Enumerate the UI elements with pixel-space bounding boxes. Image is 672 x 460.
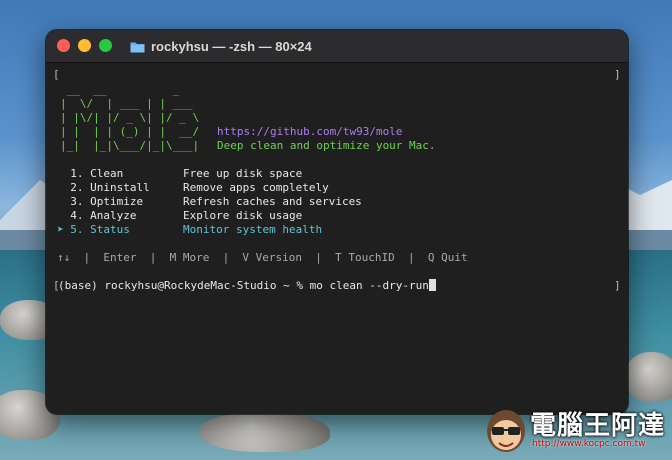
- close-button[interactable]: [57, 39, 70, 52]
- prompt-text: (base) rockyhsu@RockydeMac-Studio ~ % mo…: [58, 279, 429, 292]
- rock-bottom: [200, 412, 330, 452]
- menu-item-desc: Explore disk usage: [183, 209, 303, 222]
- text-cursor: [428, 279, 436, 291]
- rock-right: [625, 352, 672, 402]
- terminal-window[interactable]: rockyhsu — -zsh — 80×24 [ ] __ __ _ | \/…: [46, 30, 628, 414]
- logo-line-2: | \/ | ___ | | ___: [60, 97, 193, 110]
- menu-item-uninstall[interactable]: 2. Uninstall: [57, 181, 163, 195]
- logo-line-1: __ __ _: [60, 83, 180, 96]
- menu-item-label: ➤ 5. Status: [57, 223, 163, 236]
- menu-item-label: 4. Analyze: [57, 209, 163, 222]
- logo-line-3: | |\/| |/ _ \| |/ _ \: [60, 111, 200, 124]
- watermark-logo: 電腦王阿達 http://www.kocpc.com.tw: [480, 403, 672, 460]
- repo-url[interactable]: https://github.com/tw93/mole: [217, 125, 402, 139]
- folder-icon: [130, 41, 145, 52]
- menu-item-desc: Monitor system health: [183, 223, 323, 236]
- menu-item-clean[interactable]: 1. Clean: [57, 167, 163, 181]
- prompt-bracket-right: ]: [614, 279, 621, 292]
- logo-line-5: |_| |_|\___/|_|\___|: [60, 139, 200, 152]
- menu-item-desc: Refresh caches and services: [183, 195, 362, 208]
- zoom-button[interactable]: [99, 39, 112, 52]
- window-title: rockyhsu — -zsh — 80×24: [151, 38, 312, 54]
- watermark-text: 電腦王阿達: [530, 411, 666, 441]
- key-hints-bar: ↑↓ | Enter | M More | V Version | T Touc…: [57, 251, 468, 264]
- top-bracket-right: ]: [614, 68, 621, 81]
- window-title-group: rockyhsu — -zsh — 80×24: [130, 38, 312, 54]
- menu-item-status-selected[interactable]: ➤ 5. Status: [57, 223, 163, 237]
- menu-item-desc: Remove apps completely: [183, 181, 329, 194]
- title-bar[interactable]: rockyhsu — -zsh — 80×24: [46, 30, 628, 63]
- mascot-face-icon: [487, 410, 525, 452]
- menu-item-analyze[interactable]: 4. Analyze: [57, 209, 163, 223]
- minimize-button[interactable]: [78, 39, 91, 52]
- menu-item-label: 3. Optimize: [57, 195, 163, 208]
- terminal-content[interactable]: [ ] __ __ _ | \/ | ___ | | ___ | |\/| |/…: [53, 66, 621, 408]
- tagline: Deep clean and optimize your Mac.: [217, 139, 436, 152]
- watermark-url: http://www.kocpc.com.tw: [532, 439, 646, 449]
- menu-item-optimize[interactable]: 3. Optimize: [57, 195, 163, 209]
- logo-line-4: | | | | (_) | | __/: [60, 125, 200, 138]
- menu-item-desc: Free up disk space: [183, 167, 303, 180]
- menu-item-label: 1. Clean: [57, 167, 163, 180]
- command-prompt[interactable]: (base) rockyhsu@RockydeMac-Studio ~ % mo…: [58, 279, 436, 293]
- menu-item-label: 2. Uninstall: [57, 181, 163, 194]
- top-bracket-left: [: [53, 68, 60, 81]
